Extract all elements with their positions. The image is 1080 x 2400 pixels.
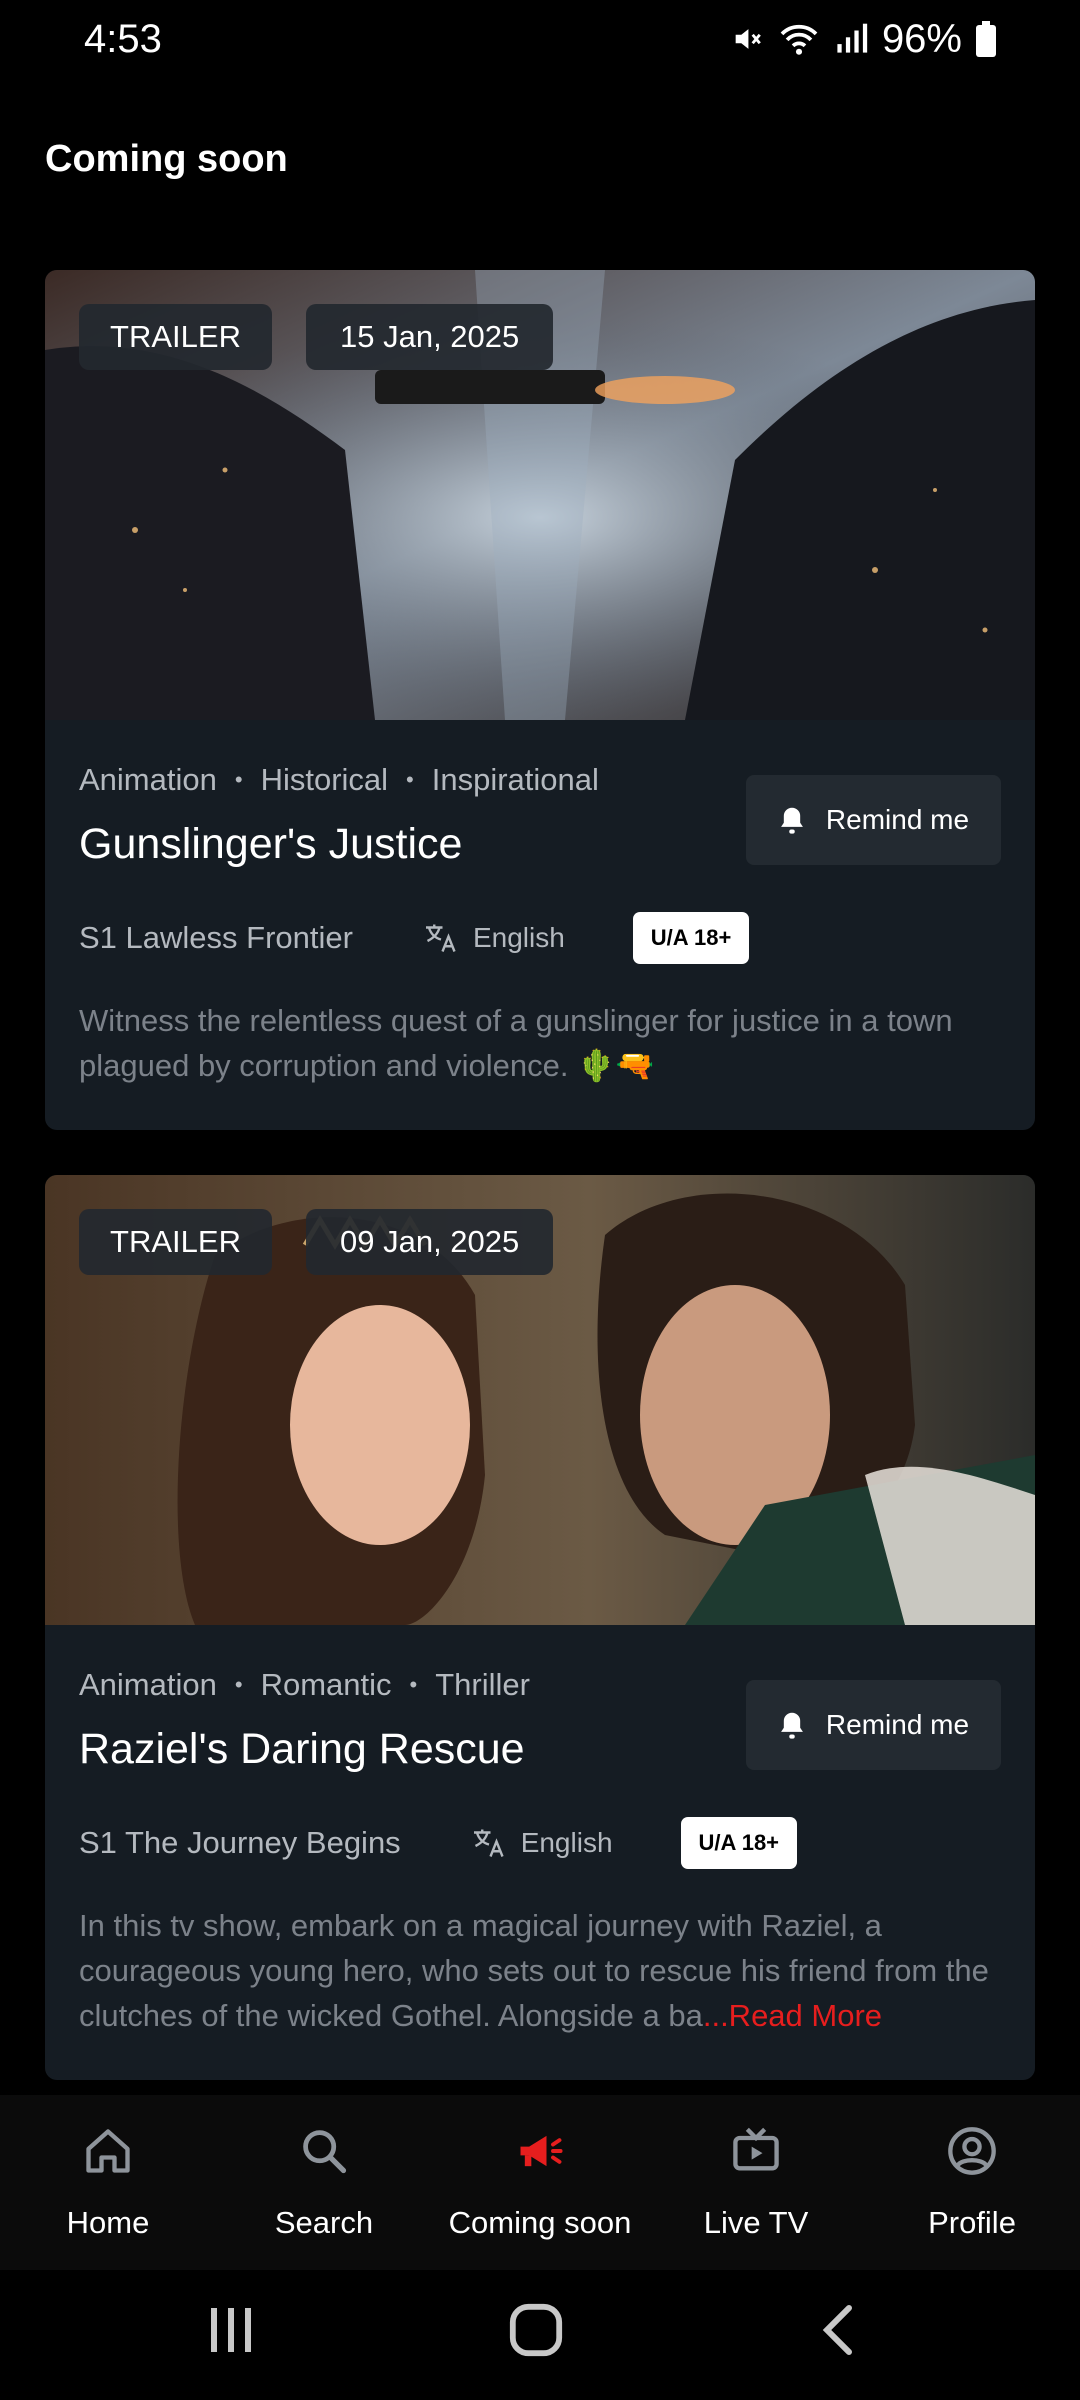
genre-list: Animation • Historical • Inspirational <box>79 762 599 798</box>
episode-label: S1 The Journey Begins <box>79 1825 401 1860</box>
language-info: English <box>423 921 565 955</box>
genre-tag: Thriller <box>435 1667 530 1702</box>
show-meta: S1 The Journey Begins English U/A 18+ <box>79 1817 798 1869</box>
description-text: Witness the relentless quest of a gunsli… <box>79 1003 953 1083</box>
nav-item-search[interactable]: Search <box>216 2095 432 2270</box>
battery-icon <box>976 21 996 57</box>
show-title: Raziel's Daring Rescue <box>79 1725 525 1773</box>
nav-label: Coming soon <box>448 2205 632 2240</box>
poster-image[interactable]: TRAILER 09 Jan, 2025 <box>45 1175 1035 1625</box>
nav-item-coming-soon[interactable]: Coming soon <box>432 2095 648 2270</box>
back-button[interactable] <box>815 2300 859 2360</box>
poster-image[interactable]: TRAILER 15 Jan, 2025 <box>45 270 1035 720</box>
remind-me-label: Remind me <box>825 1709 970 1740</box>
language-label: English <box>520 1827 613 1858</box>
separator-dot: • <box>409 1672 418 1697</box>
home-icon <box>86 2129 130 2173</box>
genre-tag: Inspirational <box>431 762 599 797</box>
system-navigation-bar <box>0 2270 1080 2400</box>
trailer-badge: TRAILER <box>79 1209 272 1275</box>
separator-dot: • <box>234 1672 243 1697</box>
remind-me-button[interactable]: Remind me <box>746 775 1001 865</box>
search-icon <box>303 2130 347 2174</box>
remind-me-button[interactable]: Remind me <box>746 1680 1001 1770</box>
age-rating-badge: U/A 18+ <box>680 1817 798 1869</box>
language-label: English <box>472 922 565 953</box>
tv-icon <box>733 2127 779 2171</box>
remind-me-label: Remind me <box>825 804 970 835</box>
genre-tag: Romantic <box>260 1667 392 1702</box>
genre-tag: Historical <box>260 762 389 797</box>
bell-icon <box>780 1712 803 1739</box>
genre-list: Animation • Romantic • Thriller <box>79 1667 530 1703</box>
mute-icon <box>735 29 761 49</box>
bell-icon <box>780 807 803 834</box>
show-meta: S1 Lawless Frontier English U/A 18+ <box>79 912 750 964</box>
trailer-badge: TRAILER <box>79 304 272 370</box>
nav-label: Search <box>274 2205 374 2240</box>
genre-tag: Animation <box>79 762 217 797</box>
nav-label: Live TV <box>703 2205 809 2240</box>
recent-apps-button[interactable] <box>205 2300 257 2360</box>
show-title: Gunslinger's Justice <box>79 820 463 868</box>
signal-icon <box>837 23 868 53</box>
card-info: Animation • Romantic • Thriller Raziel's… <box>45 1625 1035 2035</box>
home-system-button[interactable] <box>507 2300 565 2360</box>
age-rating-badge: U/A 18+ <box>632 912 750 964</box>
coming-soon-card[interactable]: TRAILER 09 Jan, 2025 Animation • Romanti… <box>45 1175 1035 2080</box>
wifi-icon <box>780 24 818 55</box>
nav-item-home[interactable]: Home <box>0 2095 216 2270</box>
status-time: 4:53 <box>84 16 162 61</box>
translate-icon <box>473 1829 504 1857</box>
megaphone-icon <box>520 2135 563 2167</box>
status-icons: 96% <box>730 17 996 62</box>
translate-icon <box>425 924 456 952</box>
status-bar: 4:53 96% <box>0 0 1080 78</box>
page-title: Coming soon <box>45 138 288 180</box>
card-info: Animation • Historical • Inspirational G… <box>45 720 1035 1130</box>
nav-label: Home <box>66 2205 150 2240</box>
profile-icon <box>948 2127 996 2175</box>
show-description: In this tv show, embark on a magical jou… <box>79 1903 1001 2038</box>
release-date-badge: 09 Jan, 2025 <box>306 1209 554 1275</box>
genre-tag: Animation <box>79 1667 217 1702</box>
nav-label: Profile <box>928 2205 1016 2240</box>
episode-label: S1 Lawless Frontier <box>79 920 353 955</box>
language-info: English <box>471 1826 613 1860</box>
separator-dot: • <box>406 767 414 792</box>
separator-dot: • <box>234 767 243 792</box>
read-more-link[interactable]: ...Read More <box>703 1998 882 2033</box>
show-description: Witness the relentless quest of a gunsli… <box>79 998 1001 1088</box>
nav-item-live-tv[interactable]: Live TV <box>648 2095 864 2270</box>
coming-soon-card[interactable]: TRAILER 15 Jan, 2025 Animation • Histori… <box>45 270 1035 1130</box>
nav-item-profile[interactable]: Profile <box>864 2095 1080 2270</box>
battery-level: 96% <box>881 16 962 61</box>
release-date-badge: 15 Jan, 2025 <box>306 304 554 370</box>
bottom-navigation: Home Search Coming soon Live TV Profile <box>0 2095 1080 2270</box>
